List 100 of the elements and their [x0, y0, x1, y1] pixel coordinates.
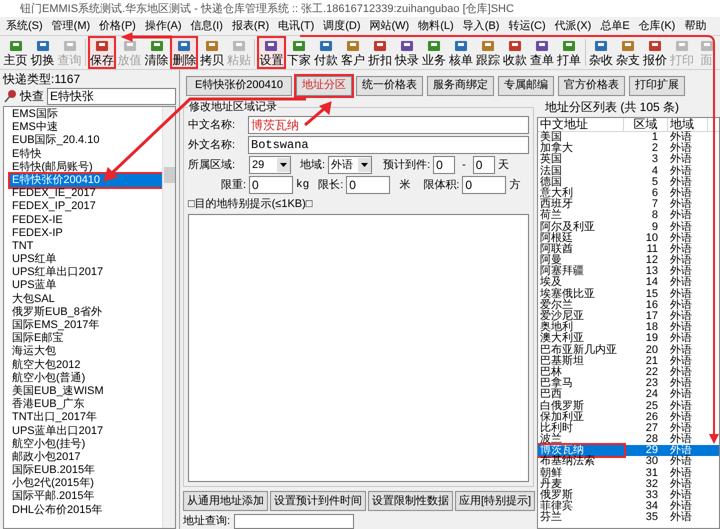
toolbar-button[interactable]: 核单	[448, 36, 475, 69]
toolbar-button[interactable]: 折扣	[366, 36, 394, 69]
action-button[interactable]: 从通用地址添加	[183, 491, 268, 511]
menu-item[interactable]: 系统(S)	[6, 18, 43, 34]
toolbar-button[interactable]: 快录	[394, 36, 421, 69]
toolbar-button[interactable]: 业务	[420, 36, 448, 69]
input-field[interactable]: 0	[249, 176, 293, 194]
list-item[interactable]: 大包SAL	[10, 292, 162, 306]
table-row[interactable]: 法国 4 外语	[538, 166, 719, 177]
list-item[interactable]: 航空大包2012	[10, 358, 162, 372]
tab[interactable]: 地址分区	[296, 76, 352, 96]
action-button[interactable]: 设置预计到件时间	[270, 491, 366, 511]
toolbar-button[interactable]: 查单	[528, 36, 556, 69]
table-row[interactable]: 意大利 6 外语	[538, 188, 719, 200]
toolbar-button[interactable]: 杂支	[614, 36, 642, 69]
menu-item[interactable]: 信息(I)	[190, 18, 223, 34]
toolbar-button[interactable]: 报价	[641, 36, 668, 69]
table-row[interactable]: 保加利亚 26 外语	[538, 412, 719, 423]
list-item[interactable]: UPS红单	[10, 253, 162, 266]
list-item[interactable]: 国际E邮宝	[10, 332, 162, 346]
list-item[interactable]: EMS中速	[10, 121, 162, 134]
tab[interactable]: 服务商绑定	[427, 76, 494, 96]
menu-item[interactable]: 价格(P)	[99, 18, 136, 34]
list-item[interactable]: 航空小包(挂号)	[10, 438, 162, 451]
note-textarea[interactable]	[188, 214, 529, 482]
table-row[interactable]: 巴基斯坦 21 外语	[538, 356, 719, 367]
table-row[interactable]: 阿根廷 10 外语	[538, 232, 719, 244]
table-row[interactable]: 巴西 24 外语	[538, 389, 719, 400]
list-item[interactable]: FEDEX-IE	[10, 214, 162, 227]
list-item[interactable]: E特快张价200410	[10, 174, 162, 188]
list-item[interactable]: 小包2代(2015年)	[10, 477, 162, 490]
table-row[interactable]: 英国 3 外语	[538, 154, 719, 166]
list-item[interactable]: 海运大包	[10, 345, 162, 359]
menu-item[interactable]: 物料(L)	[418, 18, 454, 34]
column-header[interactable]: 地域	[668, 118, 708, 131]
menu-item[interactable]: 网站(W)	[370, 18, 410, 34]
toolbar-button[interactable]: 杂收	[587, 36, 614, 69]
dropdown[interactable]: 外语	[328, 156, 372, 174]
tab[interactable]: 统一价格表	[356, 76, 423, 96]
menu-item[interactable]: 报表(R)	[232, 18, 270, 34]
table-row[interactable]: 布基纳法索 30 外语	[538, 456, 719, 468]
toolbar-button[interactable]: 跟踪	[474, 36, 502, 69]
tab[interactable]: 打印扩展	[629, 76, 685, 96]
dropdown[interactable]: 29	[249, 156, 291, 174]
menu-item[interactable]: 管理(M)	[52, 18, 90, 34]
table-row[interactable]: 巴布亚新几内亚 20 外语	[538, 344, 719, 356]
table-row[interactable]: 巴拿马 23 外语	[538, 378, 719, 390]
toolbar-button[interactable]: 客户	[340, 36, 367, 69]
toolbar-button[interactable]: 收款	[502, 36, 529, 69]
menu-item[interactable]: 电讯(T)	[278, 18, 314, 34]
menu-item[interactable]: 帮助	[684, 18, 706, 34]
list-item[interactable]: 邮政小包2017	[10, 450, 162, 464]
list-item[interactable]: TNT出口_2017年	[10, 411, 162, 424]
table-row[interactable]: 澳大利亚 19 外语	[538, 333, 719, 345]
menu-item[interactable]: 导入(B)	[462, 18, 500, 34]
table-row[interactable]: 阿联酋 11 外语	[538, 244, 719, 256]
toolbar-button[interactable]: 清除	[143, 36, 170, 69]
toolbar-button[interactable]: 主页	[2, 36, 29, 69]
list-item[interactable]: DHL公布价2015年	[10, 504, 162, 517]
toolbar-button[interactable]: 下家	[286, 36, 313, 69]
table-row[interactable]: 爱沙尼亚 17 外语	[538, 311, 719, 322]
table-row[interactable]: 荷兰 8 外语	[538, 210, 719, 222]
action-button[interactable]: 设置限制性数据	[368, 491, 453, 511]
menu-item[interactable]: 操作(A)	[144, 18, 182, 34]
menu-item[interactable]: 总单E	[600, 18, 630, 34]
list-item[interactable]: 航空小包(普通)	[10, 372, 162, 385]
toolbar-button[interactable]: 删除	[170, 36, 198, 69]
list-item[interactable]: TNT	[10, 240, 162, 254]
list-item[interactable]: UPS蓝单	[10, 279, 162, 293]
column-header[interactable]: 区域	[624, 118, 668, 131]
input-field[interactable]: 0	[346, 176, 390, 194]
table-row[interactable]: 德国 5 外语	[538, 176, 719, 188]
list-item[interactable]: FEDEX_IE_2017	[10, 187, 162, 200]
toolbar-button[interactable]: 切换	[29, 36, 56, 69]
input-field[interactable]: Botswana	[248, 136, 529, 154]
list-item[interactable]: E特快	[10, 148, 162, 161]
tab[interactable]: E特快张价200410	[186, 76, 292, 96]
tab[interactable]: 官方价格表	[558, 76, 625, 96]
table-row[interactable]: 埃及 14 外语	[538, 277, 719, 289]
table-row[interactable]: 阿塞拜疆 13 外语	[538, 266, 719, 278]
table-row[interactable]: 阿尔及利亚 9 外语	[538, 222, 719, 233]
input-field[interactable]: 0	[433, 156, 456, 174]
search-field[interactable]: E特快张	[47, 88, 176, 104]
list-item[interactable]: 香港EUB_广东	[10, 398, 162, 412]
table-row[interactable]: 美国 1 外语	[538, 132, 719, 144]
menu-item[interactable]: 调度(D)	[323, 18, 361, 34]
list-item[interactable]: EMS国际	[10, 108, 162, 122]
list-item[interactable]: EUB国际_20.4.10	[10, 134, 162, 148]
table-row[interactable]: 埃塞俄比亚 15 外语	[538, 288, 719, 300]
toolbar-button[interactable]: 保存	[88, 36, 116, 69]
table-row[interactable]: 加拿大 2 外语	[538, 143, 719, 154]
lookup-field[interactable]	[234, 514, 354, 528]
toolbar-button[interactable]: 打单	[556, 36, 583, 69]
action-button[interactable]: 应用[特别提示]	[455, 491, 536, 511]
menu-item[interactable]: 转运(C)	[508, 18, 546, 34]
toolbar-button[interactable]: 付款	[312, 36, 340, 69]
table-row[interactable]: 朝鲜 31 外语	[538, 468, 719, 479]
table-row[interactable]: 爱尔兰 16 外语	[538, 300, 719, 311]
input-field[interactable]: 0	[462, 176, 506, 194]
list-item[interactable]: 美国EUB_速WISM	[10, 384, 162, 398]
